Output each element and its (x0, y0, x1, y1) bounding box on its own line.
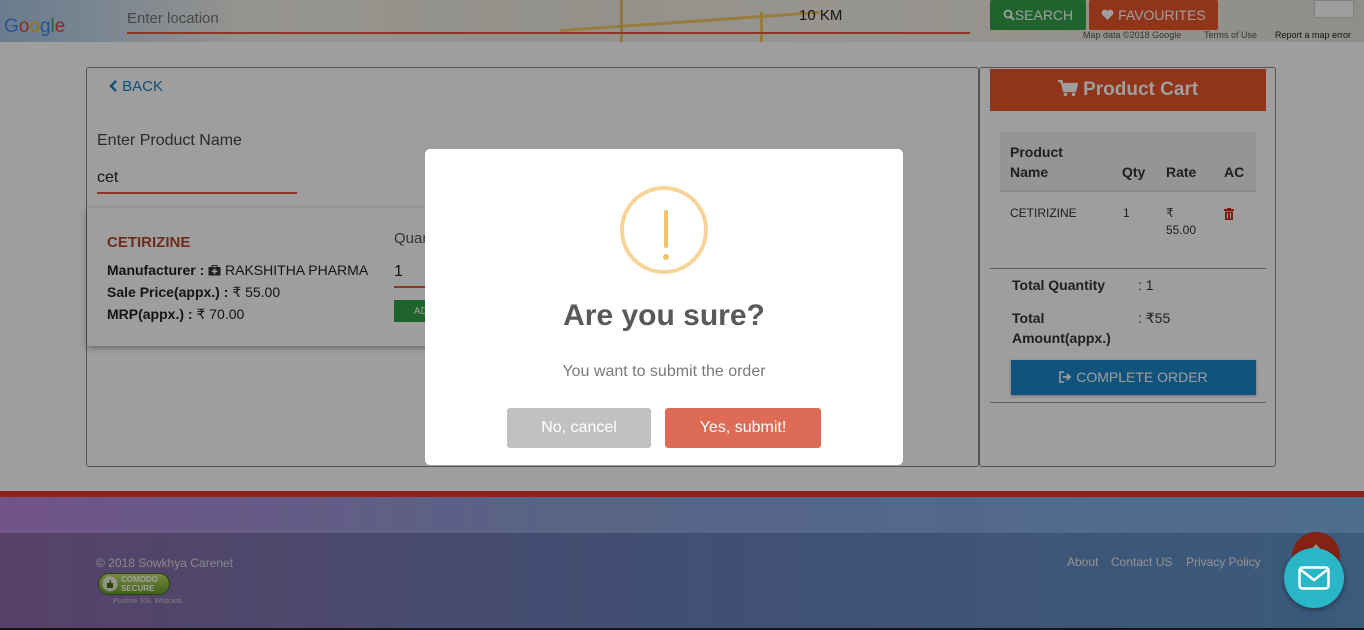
submit-button[interactable]: Yes, submit! (665, 408, 821, 448)
warning-icon-bar (664, 210, 668, 248)
confirm-dialog: Are you sure? You want to submit the ord… (425, 149, 903, 465)
cancel-button[interactable]: No, cancel (507, 408, 651, 448)
dialog-message: You want to submit the order (562, 363, 766, 380)
warning-icon-dot (663, 254, 669, 260)
warning-icon (620, 186, 708, 274)
chat-button[interactable] (1284, 548, 1344, 608)
mail-icon (1298, 566, 1330, 590)
dialog-title: Are you sure? (563, 299, 765, 332)
